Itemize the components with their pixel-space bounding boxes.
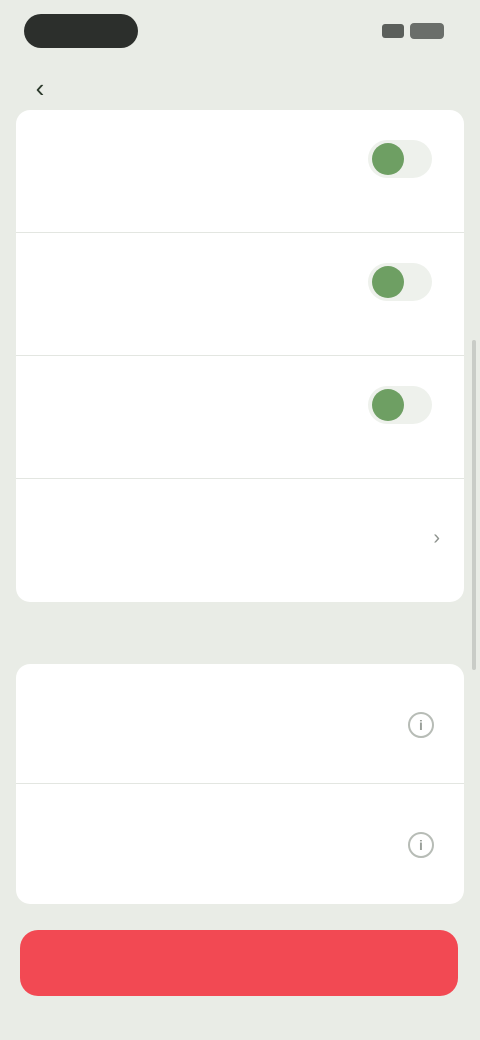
status-time — [24, 14, 138, 48]
toggle-switch[interactable] — [368, 140, 432, 178]
status-icons — [382, 22, 444, 40]
primary-action-button[interactable] — [20, 930, 458, 996]
chevron-left-icon[interactable]: ‹ — [24, 72, 56, 104]
settings-row-6[interactable]: i — [16, 784, 464, 904]
nav-bar: ‹ — [0, 64, 480, 112]
info-icon[interactable]: i — [408, 712, 434, 738]
scroll-indicator[interactable] — [472, 340, 476, 670]
chevron-right-icon: › — [433, 527, 440, 549]
info-icon[interactable]: i — [408, 832, 434, 858]
settings-row-4[interactable]: › — [16, 479, 464, 602]
settings-row-5[interactable]: i — [16, 664, 464, 784]
battery-icon — [410, 23, 444, 39]
status-bar — [0, 0, 480, 64]
toggle-knob — [372, 266, 404, 298]
toggle-switch[interactable] — [368, 263, 432, 301]
settings-row-1[interactable] — [16, 110, 464, 233]
toggle-knob — [372, 389, 404, 421]
settings-row-2[interactable] — [16, 233, 464, 356]
toggle-knob — [372, 143, 404, 175]
signal-icon — [382, 24, 404, 38]
settings-group-2: i i — [16, 664, 464, 904]
toggle-switch[interactable] — [368, 386, 432, 424]
settings-row-3[interactable] — [16, 356, 464, 479]
settings-group-1: › — [16, 110, 464, 602]
